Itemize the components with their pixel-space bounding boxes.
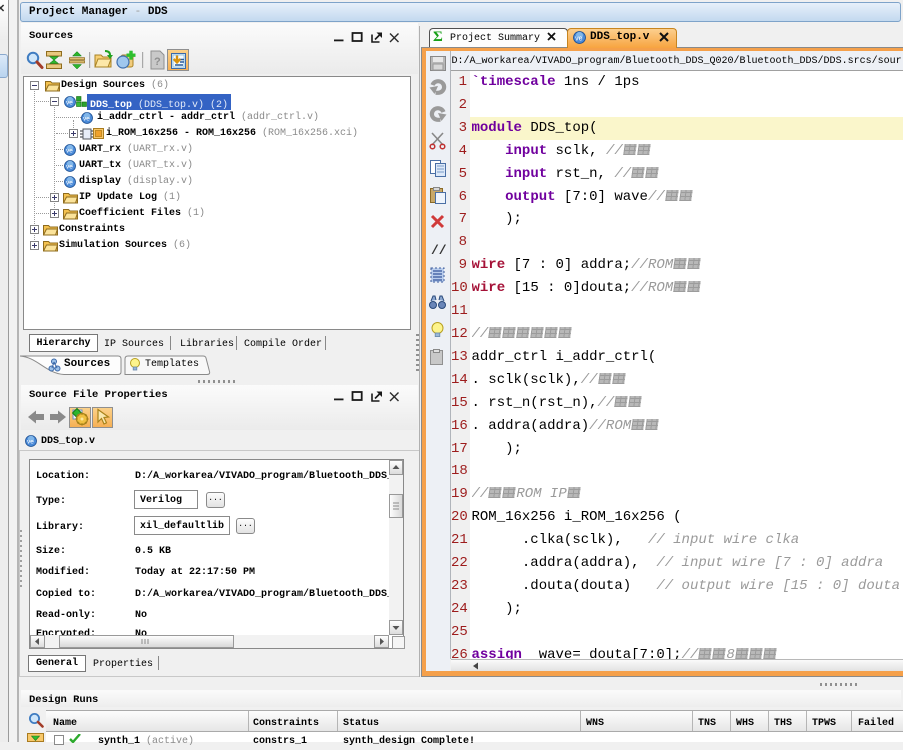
svg-text:ve: ve (66, 147, 73, 154)
svg-text:ve: ve (66, 99, 73, 106)
svg-text://: // (431, 243, 447, 258)
svg-text:ve: ve (66, 179, 73, 186)
svg-text:ve: ve (27, 439, 34, 446)
svg-text:ve: ve (83, 115, 90, 122)
svg-text:?: ? (154, 56, 161, 68)
svg-text:ve: ve (66, 163, 73, 170)
svg-text:ve: ve (575, 35, 583, 42)
